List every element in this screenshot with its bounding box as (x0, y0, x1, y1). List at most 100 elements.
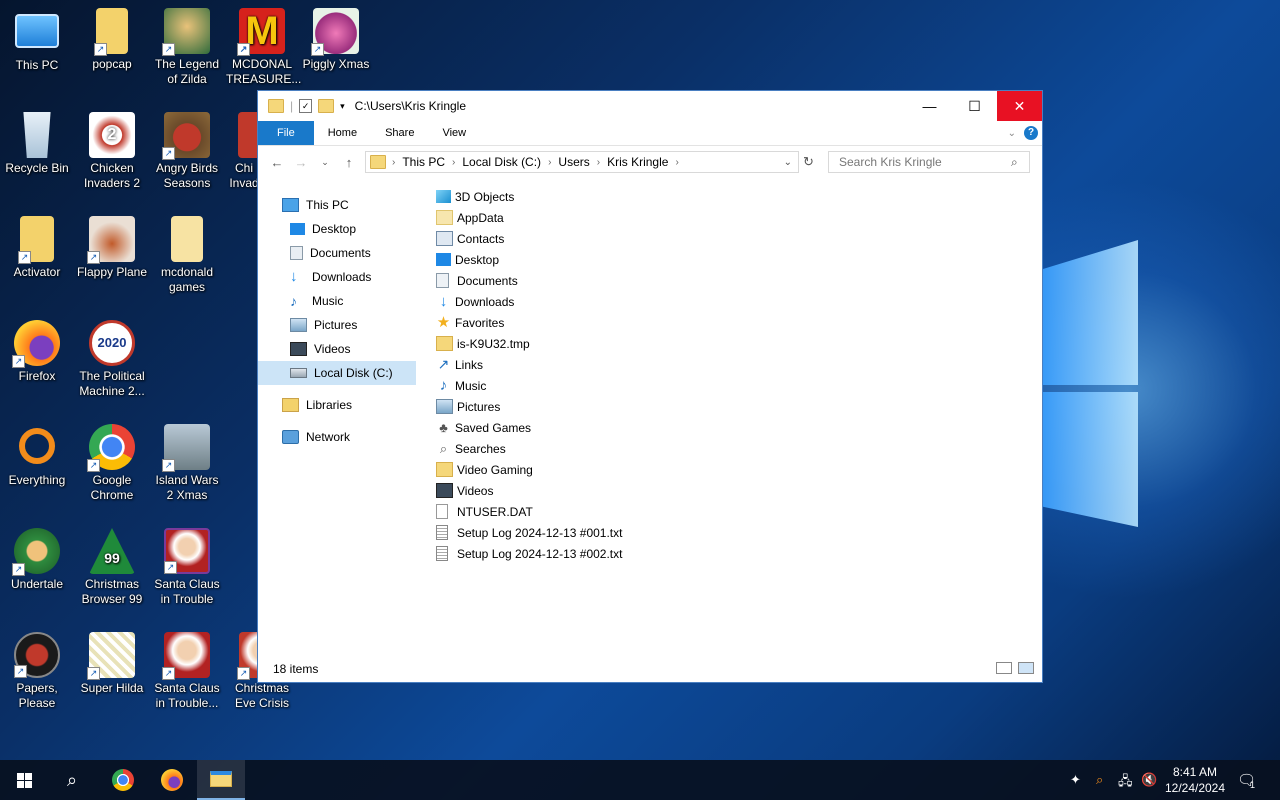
start-button[interactable] (0, 760, 48, 800)
taskbar-firefox[interactable] (148, 760, 196, 800)
desktop-icon-legend-of-zilda[interactable]: ↗ The Legend of Zilda (151, 4, 223, 87)
file-name: Videos (457, 483, 494, 498)
chevron-down-icon[interactable]: ⌄ (784, 157, 798, 168)
icon-label: The Legend of Zilda (154, 57, 220, 86)
desktop-icon-firefox[interactable]: ↗ Firefox (1, 316, 73, 384)
list-item[interactable]: ↗ Links (436, 354, 622, 375)
nav-item-desktop[interactable]: Desktop (258, 217, 416, 241)
maximize-button[interactable]: ☐ (952, 91, 997, 121)
address-bar[interactable]: › This PC › Local Disk (C:) › Users › Kr… (365, 151, 799, 173)
list-item[interactable]: Pictures (436, 396, 622, 417)
list-item[interactable]: Video Gaming (436, 459, 622, 480)
volume-muted-icon[interactable]: 🔇 (1141, 772, 1157, 788)
chevron-down-icon[interactable]: ▾ (340, 101, 345, 112)
nav-item-local-disk[interactable]: Local Disk (C:) (258, 361, 416, 385)
file-explorer-window[interactable]: | ✓ ▾ C:\Users\Kris Kringle — ☐ ✕ File H… (257, 90, 1043, 683)
tab-home[interactable]: Home (314, 121, 371, 145)
desktop-icon-chi-invad[interactable]: Chi Invad (218, 108, 260, 191)
desktop-icon-super-hilda[interactable]: ↗ Super Hilda (76, 628, 148, 696)
file-name: Setup Log 2024-12-13 #001.txt (457, 525, 623, 540)
large-icons-view-icon[interactable] (1018, 662, 1034, 674)
notification-center-button[interactable]: 🗨 1 (1226, 760, 1266, 800)
list-item[interactable]: Documents (436, 270, 622, 291)
title-bar[interactable]: | ✓ ▾ C:\Users\Kris Kringle — ☐ ✕ (258, 91, 1042, 121)
search-icon: ⌕ (66, 769, 78, 790)
tray-everything-icon[interactable]: ⌕ (1096, 772, 1103, 788)
search-input[interactable] (837, 154, 1011, 170)
desktop-icon-santa-claus-trouble[interactable]: ↗ Santa Claus in Trouble (151, 524, 223, 607)
list-item[interactable]: ⌕ Searches (436, 438, 622, 459)
system-clock[interactable]: 8:41 AM 12/24/2024 (1160, 764, 1230, 796)
list-item[interactable]: Contacts (436, 228, 622, 249)
taskbar-chrome[interactable] (99, 760, 147, 800)
up-arrow-icon[interactable]: ↑ (337, 155, 361, 170)
list-item[interactable]: is-K9U32.tmp (436, 333, 622, 354)
back-arrow-icon[interactable]: ← (265, 155, 289, 170)
nav-item-network[interactable]: Network (258, 425, 416, 449)
list-item[interactable]: AppData (436, 207, 622, 228)
nav-item-libraries[interactable]: Libraries (258, 393, 416, 417)
taskbar-file-explorer[interactable] (197, 760, 245, 800)
close-button[interactable]: ✕ (997, 91, 1042, 121)
desktop-icon-mcdonal-treasure[interactable]: M ↗ MCDONAL TREASURE... (226, 4, 301, 87)
desktop-icon-mcdonald-games[interactable]: mcdonald games (151, 212, 223, 295)
tab-view[interactable]: View (428, 121, 480, 145)
tray-game-icon[interactable]: ✦ (1070, 772, 1081, 788)
file-name: Downloads (455, 294, 515, 309)
list-item[interactable]: ↓ Downloads (436, 291, 622, 312)
navigation-pane: This PC Desktop Documents ↓ Downloads ♪ … (258, 193, 416, 449)
tab-share[interactable]: Share (371, 121, 428, 145)
list-item[interactable]: Setup Log 2024-12-13 #001.txt (436, 522, 622, 543)
breadcrumb-kris-kringle[interactable]: Kris Kringle (602, 155, 673, 169)
downloads-icon: ↓ (290, 268, 298, 285)
desktop-icon-papers-please[interactable]: ↗ Papers, Please (1, 628, 73, 711)
network-icon[interactable]: 🖧 (1118, 772, 1133, 794)
minimize-button[interactable]: — (907, 91, 952, 121)
desktop-icon-santa-claus-trouble-2[interactable]: ↗ Santa Claus in Trouble... (151, 628, 223, 711)
nav-item-music[interactable]: ♪ Music (258, 289, 416, 313)
help-icon[interactable]: ? (1024, 126, 1038, 140)
refresh-icon[interactable]: ↻ (803, 154, 814, 170)
desktop-icon-undertale[interactable]: ↗ Undertale (1, 524, 73, 592)
icon-label: Papers, Please (16, 681, 58, 710)
desktop-icon-political-machine[interactable]: 2020 The Political Machine 2... (76, 316, 148, 399)
desktop-icon-piggly-xmas[interactable]: ↗ Piggly Xmas (300, 4, 372, 72)
new-folder-icon[interactable] (318, 99, 335, 113)
list-item[interactable]: NTUSER.DAT (436, 501, 622, 522)
list-item[interactable]: Setup Log 2024-12-13 #002.txt (436, 543, 622, 564)
nav-item-videos[interactable]: Videos (258, 337, 416, 361)
desktop-icon-island-wars[interactable]: ↗ Island Wars 2 Xmas (151, 420, 223, 503)
search-button[interactable]: ⌕ (48, 760, 96, 800)
nav-item-pictures[interactable]: Pictures (258, 313, 416, 337)
nav-label: Pictures (314, 318, 358, 332)
desktop-icon-chicken-invaders[interactable]: 2 Chicken Invaders 2 (76, 108, 148, 191)
desktop-icon-google-chrome[interactable]: ↗ Google Chrome (76, 420, 148, 503)
list-item[interactable]: Videos (436, 480, 622, 501)
list-item[interactable]: Desktop (436, 249, 622, 270)
search-box[interactable]: ⌕ (828, 151, 1030, 173)
list-item[interactable]: ★ Favorites (436, 312, 622, 333)
nav-item-downloads[interactable]: ↓ Downloads (258, 265, 416, 289)
expand-ribbon-icon[interactable]: ⌄ (1008, 128, 1016, 139)
desktop-icon-christmas-browser[interactable]: 99 Christmas Browser 99 (76, 524, 148, 607)
desktop-icon-this-pc[interactable]: This PC (1, 4, 73, 73)
recent-locations-icon[interactable]: ⌄ (313, 157, 337, 168)
nav-item-documents[interactable]: Documents (258, 241, 416, 265)
breadcrumb-users[interactable]: Users (553, 155, 594, 169)
list-item[interactable]: 3D Objects (436, 186, 622, 207)
desktop-icon-activator[interactable]: ↗ Activator (1, 212, 73, 280)
desktop-icon-angry-birds[interactable]: ↗ Angry Birds Seasons (151, 108, 223, 191)
desktop-icon-popcap[interactable]: ↗ popcap (76, 4, 148, 72)
desktop-icon-flappy-plane[interactable]: ↗ Flappy Plane (76, 212, 148, 280)
desktop-icon-recycle-bin[interactable]: Recycle Bin (1, 108, 73, 176)
details-view-icon[interactable] (996, 662, 1012, 674)
properties-icon[interactable]: ✓ (299, 99, 313, 113)
breadcrumb-local-disk[interactable]: Local Disk (C:) (457, 155, 546, 169)
desktop-icon-everything[interactable]: Everything (1, 420, 73, 488)
list-item[interactable]: ♣ Saved Games (436, 417, 622, 438)
list-item[interactable]: ♪ Music (436, 375, 622, 396)
forward-arrow-icon[interactable]: → (289, 155, 313, 170)
nav-item-this-pc[interactable]: This PC (258, 193, 416, 217)
breadcrumb-this-pc[interactable]: This PC (397, 155, 450, 169)
tab-file[interactable]: File (258, 121, 314, 145)
